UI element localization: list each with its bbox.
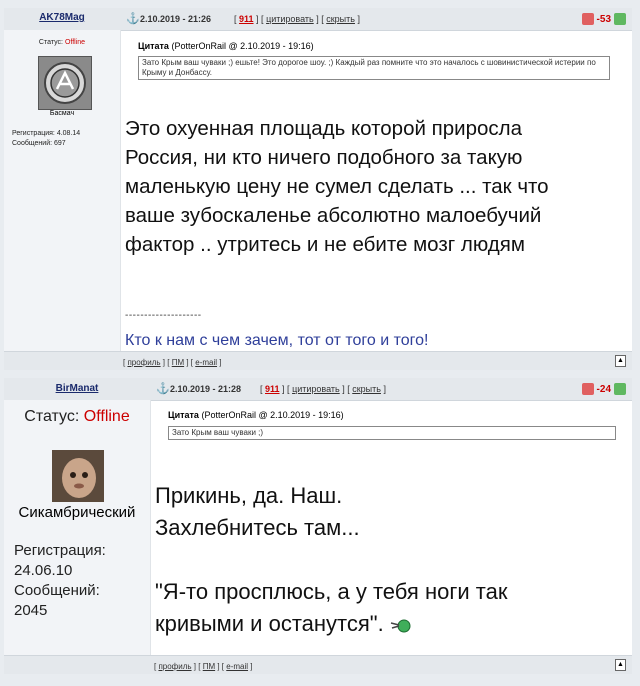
- quote-box: Зато Крым ваш чуваки ;): [168, 426, 616, 440]
- post-footer: [4, 655, 632, 674]
- quote-link[interactable]: цитировать: [266, 14, 314, 24]
- scroll-top-icon[interactable]: ▲: [615, 355, 626, 367]
- rating: -53: [581, 12, 626, 26]
- user-title: Басмач: [49, 110, 75, 117]
- avatar[interactable]: [52, 450, 104, 502]
- user-title: Сикамбрический: [18, 504, 136, 521]
- username-link[interactable]: AK78Mag: [4, 12, 120, 23]
- avatar-photo-icon: [52, 450, 104, 502]
- profile-link[interactable]: профиль: [158, 662, 191, 671]
- status-offline: Offline: [83, 408, 130, 425]
- pm-link[interactable]: ПМ: [203, 662, 215, 671]
- user-stats: Регистрация: 4.08.14 Сообщений: 697: [12, 130, 81, 147]
- anchor-icon[interactable]: ⚓: [126, 12, 140, 25]
- vote-up-icon[interactable]: [614, 13, 626, 25]
- post-footer: [4, 351, 632, 370]
- post-date: 2.10.2019 - 21:26: [140, 14, 212, 24]
- post-actions: [ 911 ] [ цитировать ] [ скрыть ]: [234, 14, 360, 24]
- smiley-icon: [390, 619, 411, 633]
- quote-header: Цитата (PotterOnRail @ 2.10.2019 - 19:16…: [138, 41, 314, 51]
- status-offline: Offline: [64, 39, 86, 46]
- quote-link[interactable]: цитировать: [292, 384, 340, 394]
- post-2: BirManat ⚓ 2.10.2019 - 21:28 [ 911 ] [ ц…: [4, 378, 632, 674]
- quote-box: Зато Крым ваш чуваки ;) ешьте! Это дорог…: [138, 56, 610, 80]
- pm-link[interactable]: ПМ: [172, 358, 184, 367]
- username-link[interactable]: BirManat: [4, 383, 150, 394]
- email-link[interactable]: e-mail: [226, 662, 248, 671]
- rating-score: -53: [596, 13, 611, 25]
- rating: -24: [581, 382, 626, 396]
- avatar[interactable]: [38, 56, 92, 110]
- footer-links: [ профиль ] [ ПМ ] [ e-mail ]: [154, 662, 253, 671]
- signature-separator: --------------------: [125, 310, 202, 321]
- profile-link[interactable]: профиль: [127, 358, 160, 367]
- rating-score: -24: [596, 383, 611, 395]
- user-status: Статус: Offline: [38, 39, 86, 46]
- scroll-top-icon[interactable]: ▲: [615, 659, 626, 671]
- hide-link[interactable]: скрыть: [326, 14, 355, 24]
- footer-links: [ профиль ] [ ПМ ] [ e-mail ]: [123, 358, 222, 367]
- anchor-icon[interactable]: ⚓: [156, 382, 170, 395]
- user-stats: Регистрация: 24.06.10 Сообщений: 2045: [14, 542, 106, 619]
- email-link[interactable]: e-mail: [195, 358, 217, 367]
- post-body: Это охуенная площадь которой приросла Ро…: [125, 117, 549, 256]
- avatar-emblem-icon: [39, 57, 91, 109]
- post-actions: [ 911 ] [ цитировать ] [ скрыть ]: [260, 384, 386, 394]
- post-body: Прикинь, да. Наш. Захлебнитесь там... "Я…: [155, 483, 508, 636]
- hide-link[interactable]: скрыть: [352, 384, 381, 394]
- vote-up-icon[interactable]: [614, 383, 626, 395]
- post-1: AK78Mag ⚓ 2.10.2019 - 21:26 [ 911 ] [ ци…: [4, 8, 632, 370]
- post-date: 2.10.2019 - 21:28: [170, 384, 242, 394]
- signature: Кто к нам с чем зачем, тот от того и тог…: [125, 332, 429, 349]
- reply-count-link[interactable]: 911: [265, 384, 280, 394]
- vote-down-icon[interactable]: [581, 383, 594, 395]
- vote-down-icon[interactable]: [581, 13, 594, 25]
- user-status: Статус: Offline: [24, 408, 130, 425]
- quote-header: Цитата (PotterOnRail @ 2.10.2019 - 19:16…: [168, 410, 344, 420]
- reply-count-link[interactable]: 911: [239, 14, 254, 24]
